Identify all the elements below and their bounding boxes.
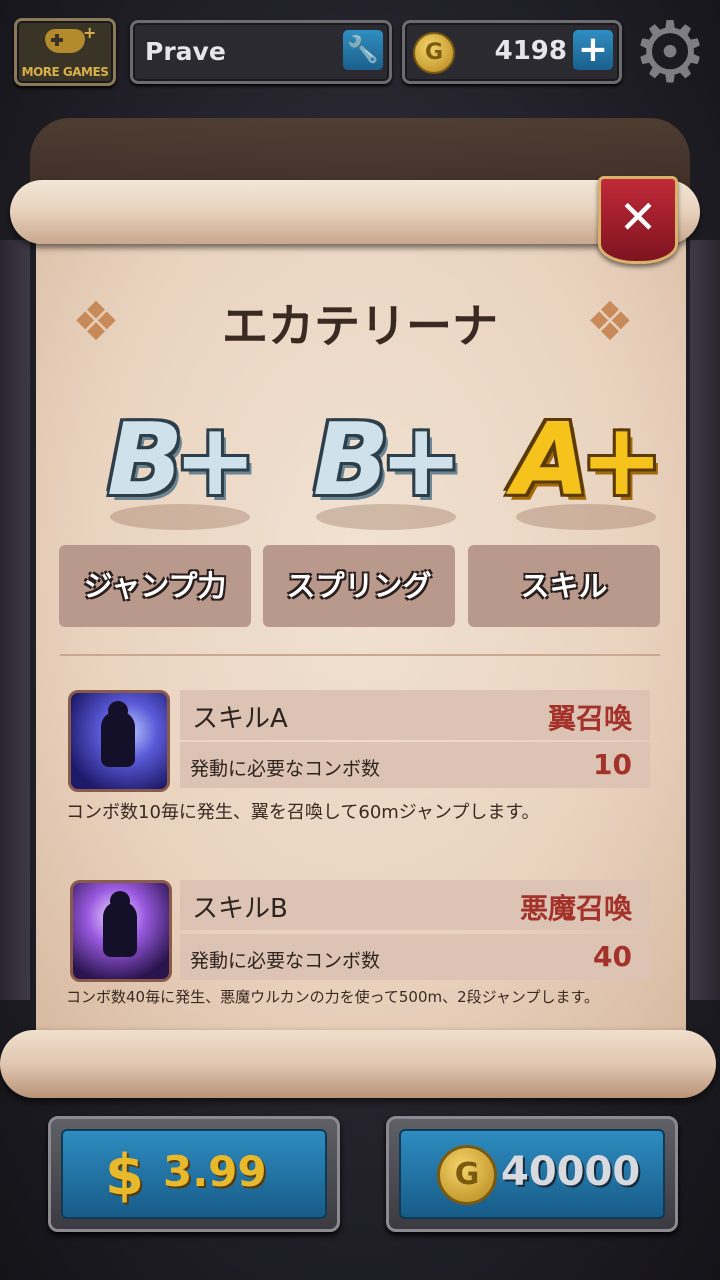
stat-label-jump: ジャンプ力 [59,545,251,627]
skill-a-skill-name: 翼召喚 [547,702,632,735]
skill-b-combo-row: 発動に必要なコンボ数 40 [180,934,650,980]
ornament-right-icon: ❖ [585,290,635,353]
close-icon: ✕ [618,190,658,244]
grade-skill: A+ [498,402,668,532]
grade-value: A+ [512,401,663,518]
gamepad-plus-icon [45,29,85,53]
grade-value: B+ [312,401,463,518]
more-games-button[interactable]: + MORE GAMES [14,18,116,86]
stat-label-spring: スプリング [263,545,455,627]
grade-spring: B+ [298,402,468,532]
grade-value: B+ [106,401,257,518]
coin-icon: G [437,1145,497,1205]
skill-a-description: コンボ数10毎に発生、翼を召喚して60mジャンプします。 [66,802,540,823]
skill-a-combo-value: 10 [593,748,632,781]
usd-price: 3.99 [163,1147,267,1196]
stat-label-skill: スキル [468,545,660,627]
grade-jump: B+ [92,402,262,532]
skill-a-icon [68,690,170,792]
player-name-box: Prave 🔧 [130,20,392,84]
coin-balance-box: G 4198 + [402,20,622,84]
skill-a-combo-row: 発動に必要なコンボ数 10 [180,742,650,788]
skill-b-combo-label: 発動に必要なコンボ数 [190,950,381,972]
background-pillar-left [0,240,30,1000]
add-coins-button[interactable]: + [573,30,613,70]
ornament-left-icon: ❖ [71,290,121,353]
background-pillar-right [690,240,720,1000]
wrench-icon[interactable]: 🔧 [343,30,383,70]
skill-b-icon [70,880,172,982]
skill-b-description: コンボ数40毎に発生、悪魔ウルカンの力を使って500m、2段ジャンプします。 [66,988,599,1006]
more-games-label: MORE GAMES [21,65,109,79]
skill-b-skill-name: 悪魔召喚 [519,892,632,925]
gear-icon[interactable]: ⚙ [628,10,712,94]
character-name: エカテリーナ [222,299,498,353]
scroll-roll-top [10,180,700,244]
skill-b-combo-value: 40 [593,940,632,973]
dollar-icon: $ [105,1143,144,1208]
buy-coin-button[interactable]: G 40000 [386,1116,678,1232]
scroll-roll-bottom [0,1030,716,1098]
coin-amount: 4198 [494,36,567,66]
player-name: Prave [145,37,226,66]
skill-a-header: スキルA 翼召喚 [180,690,650,740]
coin-icon: G [413,32,455,74]
buy-usd-button[interactable]: $ 3.99 [48,1116,340,1232]
skill-a-combo-label: 発動に必要なコンボ数 [190,758,381,780]
skill-a-name: スキルA [192,704,288,734]
close-button[interactable]: ✕ [598,176,678,264]
skill-b-name: スキルB [192,894,288,924]
top-bar: + MORE GAMES Prave 🔧 G 4198 + ⚙ [0,0,720,100]
coin-price: 40000 [501,1149,641,1195]
divider [60,654,660,656]
skill-b-header: スキルB 悪魔召喚 [180,880,650,930]
